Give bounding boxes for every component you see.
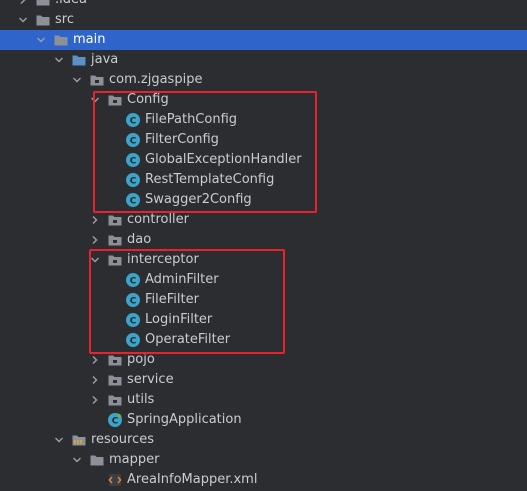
tree-row[interactable]: utils <box>0 390 527 410</box>
chevron-down-icon[interactable] <box>18 10 30 30</box>
tree-item-label: mapper <box>109 452 160 467</box>
highlight-box-config <box>93 91 317 213</box>
tree-item-label: SpringApplication <box>127 412 242 427</box>
highlight-box-interceptor <box>89 249 285 354</box>
chevron-right-icon[interactable] <box>18 0 30 10</box>
package-icon <box>107 232 123 248</box>
tree-item-label: java <box>91 52 119 67</box>
tree-item-label: controller <box>127 212 190 227</box>
folder-icon <box>35 12 51 28</box>
tree-row[interactable]: C SpringApplication <box>0 410 527 430</box>
chevron-right-icon[interactable] <box>90 370 102 390</box>
chevron-right-icon[interactable] <box>90 210 102 230</box>
package-icon <box>107 212 123 228</box>
tree-item-label: service <box>127 372 174 387</box>
tree-item-label: src <box>55 12 74 27</box>
chevron-down-icon[interactable] <box>72 450 84 470</box>
package-icon <box>107 352 123 368</box>
tree-item-label: .idea <box>55 0 87 10</box>
package-icon <box>107 392 123 408</box>
tree-row[interactable]: com.zjgaspipe <box>0 70 527 90</box>
spring-boot-class-icon: C <box>107 412 123 428</box>
tree-row[interactable]: controller <box>0 210 527 230</box>
tree-row[interactable]: resources <box>0 430 527 450</box>
tree-row[interactable]: AreaInfoMapper.xml <box>0 470 527 490</box>
chevron-down-icon[interactable] <box>54 50 66 70</box>
tree-row[interactable]: service <box>0 370 527 390</box>
folder-icon <box>53 32 69 48</box>
chevron-down-icon[interactable] <box>72 70 84 90</box>
tree-item-label: AreaInfoMapper.xml <box>127 472 258 487</box>
resources-folder-icon <box>71 432 87 448</box>
folder-icon <box>35 0 51 8</box>
tree-item-label: main <box>73 32 106 47</box>
tree-row[interactable]: src <box>0 10 527 30</box>
tree-item-label: utils <box>127 392 155 407</box>
chevron-down-icon[interactable] <box>54 430 66 450</box>
package-icon <box>89 72 105 88</box>
svg-text:C: C <box>112 417 119 427</box>
tree-row[interactable]: .idea <box>0 0 527 10</box>
tree-row[interactable]: mapper <box>0 450 527 470</box>
chevron-down-icon[interactable] <box>36 30 48 50</box>
package-icon <box>107 372 123 388</box>
tree-row[interactable]: java <box>0 50 527 70</box>
folder-icon <box>89 452 105 468</box>
chevron-right-icon[interactable] <box>90 230 102 250</box>
tree-row[interactable]: main <box>0 30 527 50</box>
xml-file-icon <box>107 472 123 488</box>
project-tree: .ideasrcmainjavacom.zjgaspipeConfigCFile… <box>0 0 527 491</box>
tree-item-label: com.zjgaspipe <box>109 72 203 87</box>
chevron-right-icon[interactable] <box>90 390 102 410</box>
tree-item-label: resources <box>91 432 155 447</box>
tree-item-label: dao <box>127 232 152 247</box>
source-folder-icon <box>71 52 87 68</box>
tree-row[interactable]: dao <box>0 230 527 250</box>
